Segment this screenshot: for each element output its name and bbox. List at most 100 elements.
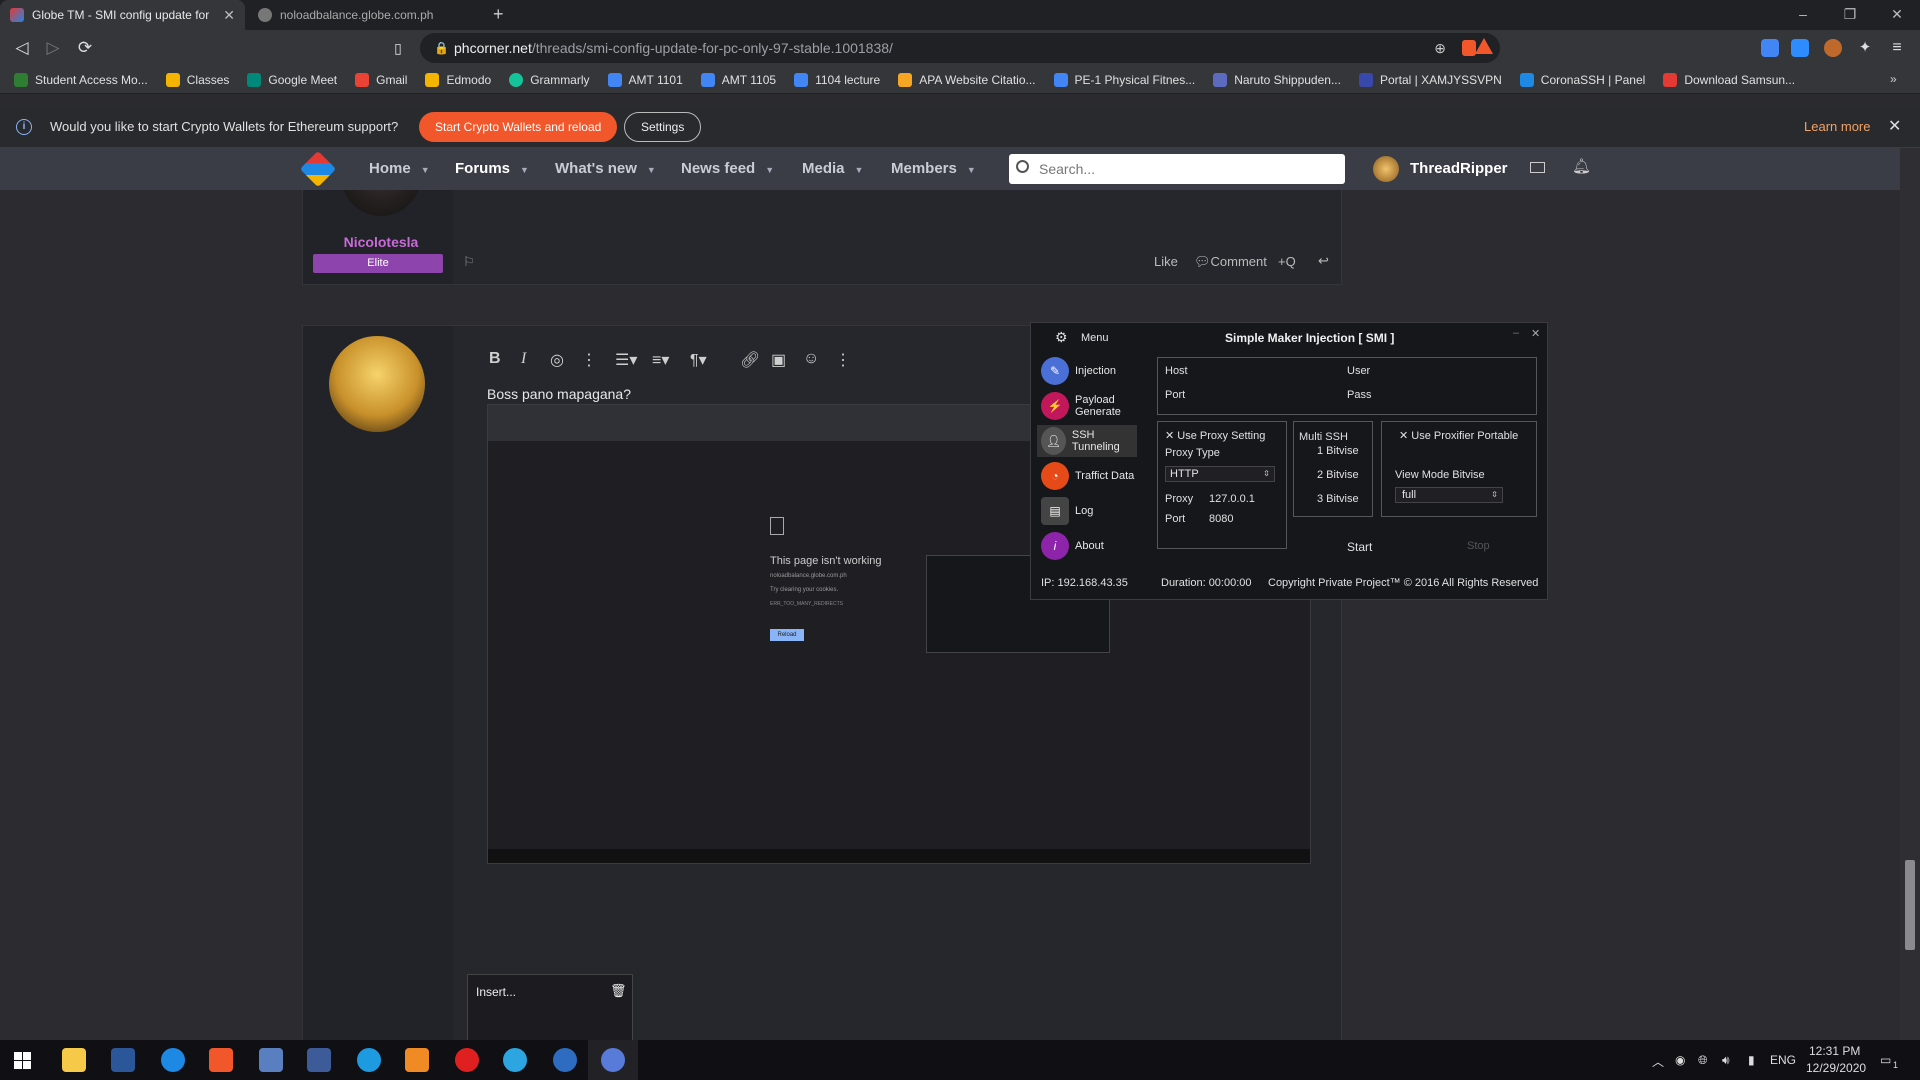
- bookmark-item[interactable]: Gmail: [355, 72, 407, 87]
- start-button[interactable]: Start: [1347, 540, 1372, 554]
- align-icon[interactable]: ≡▾: [652, 350, 669, 370]
- editor-text[interactable]: Boss pano mapagana?: [487, 386, 631, 402]
- vlc-icon[interactable]: [405, 1048, 429, 1072]
- brave-browser-icon[interactable]: [209, 1048, 233, 1072]
- palette-icon[interactable]: ◎: [550, 350, 564, 370]
- report-icon[interactable]: ⚐: [463, 254, 475, 270]
- bell-icon[interactable]: 🔔︎: [1572, 157, 1591, 175]
- windows-start-icon[interactable]: [14, 1052, 31, 1069]
- language-indicator[interactable]: ENG: [1770, 1053, 1796, 1067]
- app-icon[interactable]: [161, 1048, 185, 1072]
- add-icon[interactable]: ⊕: [1434, 33, 1446, 63]
- smi-menu-traffict-data[interactable]: ◔ Traffict Data: [1041, 460, 1134, 492]
- bookmark-item[interactable]: Grammarly: [509, 72, 590, 87]
- clock-date[interactable]: 12/29/2020: [1806, 1061, 1866, 1075]
- brave-rewards-icon[interactable]: [1475, 38, 1493, 54]
- learn-more-link[interactable]: Learn more: [1804, 119, 1870, 134]
- more-vertical-icon[interactable]: ⋮: [835, 350, 851, 370]
- address-bar[interactable]: 🔒 phcorner.net/threads/smi-config-update…: [420, 33, 1500, 63]
- close-infobar-icon[interactable]: ✕: [1888, 116, 1901, 136]
- smi-menu-injection[interactable]: ✎ Injection: [1041, 355, 1116, 387]
- telegram-icon[interactable]: [503, 1048, 527, 1072]
- forward-icon[interactable]: ▷: [41, 36, 65, 60]
- bookmark-item[interactable]: APA Website Citatio...: [898, 72, 1036, 87]
- more-vertical-icon[interactable]: ⋮: [581, 350, 597, 370]
- bookmark-item[interactable]: AMT 1101: [607, 72, 683, 87]
- file-explorer-icon[interactable]: [62, 1048, 86, 1072]
- nav-forums[interactable]: Forums ▼: [455, 160, 529, 177]
- vpn-tray-icon[interactable]: ◉: [1675, 1053, 1685, 1067]
- view-mode-select[interactable]: full ⇳: [1395, 487, 1503, 503]
- extension-icon[interactable]: [1824, 39, 1842, 57]
- site-logo-icon[interactable]: [299, 150, 337, 188]
- clock-time[interactable]: 12:31 PM: [1809, 1044, 1860, 1058]
- close-tab-icon[interactable]: ✕: [223, 7, 235, 24]
- search-input[interactable]: Search...: [1009, 154, 1345, 184]
- tab-inactive[interactable]: noloadbalance.globe.com.ph: [248, 0, 488, 30]
- volume-icon[interactable]: 🔊︎: [1722, 1053, 1730, 1068]
- list-icon[interactable]: ☰▾: [615, 350, 637, 370]
- edge-icon[interactable]: [357, 1048, 381, 1072]
- link-icon[interactable]: 🔗︎: [740, 350, 760, 370]
- bookmark-item[interactable]: Google Meet: [247, 72, 337, 87]
- notifications-icon[interactable]: ▭: [1880, 1053, 1891, 1067]
- gear-icon[interactable]: ⚙: [1055, 329, 1068, 346]
- more-bookmarks-icon[interactable]: »: [1890, 72, 1897, 86]
- stop-button[interactable]: Stop: [1467, 540, 1490, 552]
- bookmark-item[interactable]: AMT 1105: [700, 72, 776, 87]
- quote-button[interactable]: +Q: [1278, 254, 1296, 269]
- bookmark-item[interactable]: Classes: [165, 72, 229, 87]
- network-tool-icon[interactable]: [259, 1048, 283, 1072]
- new-tab-icon[interactable]: +: [493, 4, 504, 25]
- like-button[interactable]: Like: [1154, 254, 1178, 269]
- chevron-up-icon[interactable]: ︿: [1652, 1053, 1664, 1070]
- bookmark-item[interactable]: PE-1 Physical Fitnes...: [1053, 72, 1195, 87]
- minimize-icon[interactable]: –: [1780, 0, 1826, 30]
- nav-members[interactable]: Members ▼: [891, 160, 976, 177]
- use-proxifier-checkbox[interactable]: ✕ Use Proxifier Portable: [1399, 429, 1518, 442]
- proxy-input[interactable]: 127.0.0.1: [1209, 493, 1255, 505]
- port2-input[interactable]: 8080: [1209, 513, 1233, 525]
- avatar[interactable]: [1373, 156, 1399, 182]
- translate-icon[interactable]: [1761, 39, 1779, 57]
- username[interactable]: ThreadRipper: [1410, 160, 1508, 177]
- attachment-thumbnail[interactable]: Insert... 🗑︎: [467, 974, 633, 1040]
- menu-icon[interactable]: ≡: [1885, 36, 1909, 60]
- nav-home[interactable]: Home ▼: [369, 160, 430, 177]
- bookmark-item[interactable]: 1104 lecture: [794, 72, 880, 87]
- word-icon[interactable]: [111, 1048, 135, 1072]
- nav-news-feed[interactable]: News feed ▼: [681, 160, 774, 177]
- bookmark-item[interactable]: CoronaSSH | Panel: [1519, 72, 1645, 87]
- smi-menu-about[interactable]: i About: [1041, 530, 1104, 562]
- smi-menu-log[interactable]: ▤ Log: [1041, 495, 1093, 527]
- use-proxy-checkbox[interactable]: ✕ Use Proxy Setting: [1165, 429, 1265, 442]
- bookmark-item[interactable]: Download Samsun...: [1663, 72, 1795, 87]
- emoji-icon[interactable]: ☺: [803, 350, 819, 368]
- settings-button[interactable]: Settings: [624, 112, 702, 142]
- nav-whats-new[interactable]: What's new ▼: [555, 160, 656, 177]
- bitvise-1-option[interactable]: 1 Bitvise: [1317, 445, 1359, 457]
- trash-icon[interactable]: 🗑︎: [610, 983, 627, 999]
- proxy-type-select[interactable]: HTTP ⇳: [1165, 466, 1275, 482]
- back-icon[interactable]: ◁: [10, 36, 34, 60]
- author-name[interactable]: Nicolotesla: [331, 234, 431, 250]
- bookmark-item[interactable]: Student Access Mo...: [14, 72, 148, 87]
- opera-icon[interactable]: [455, 1048, 479, 1072]
- paragraph-icon[interactable]: ¶▾: [690, 350, 707, 370]
- image-icon[interactable]: ▣: [771, 350, 786, 370]
- restore-icon[interactable]: ❐: [1827, 0, 1873, 30]
- smi-menu-payload-generate[interactable]: ⚡ Payload Generate: [1041, 390, 1125, 422]
- mail-icon[interactable]: [1530, 162, 1545, 173]
- scrollbar-thumb[interactable]: [1905, 860, 1915, 950]
- close-window-icon[interactable]: ✕: [1874, 0, 1920, 30]
- bitvise-2-option[interactable]: 2 Bitvise: [1317, 469, 1359, 481]
- smi-menu-ssh-tunneling[interactable]: 👤︎ SSH Tunneling: [1037, 425, 1137, 457]
- brave-shield-icon[interactable]: [1462, 40, 1476, 56]
- smi-menu-label[interactable]: Menu: [1081, 332, 1109, 344]
- puzzle-icon[interactable]: ✦: [1853, 36, 1877, 60]
- bold-icon[interactable]: B: [489, 350, 501, 368]
- tab-active[interactable]: Globe TM - SMI config update for ✕: [0, 0, 245, 30]
- bitvise-3-option[interactable]: 3 Bitvise: [1317, 493, 1359, 505]
- terminal-icon[interactable]: [307, 1048, 331, 1072]
- network-icon[interactable]: 🌐︎: [1698, 1053, 1708, 1068]
